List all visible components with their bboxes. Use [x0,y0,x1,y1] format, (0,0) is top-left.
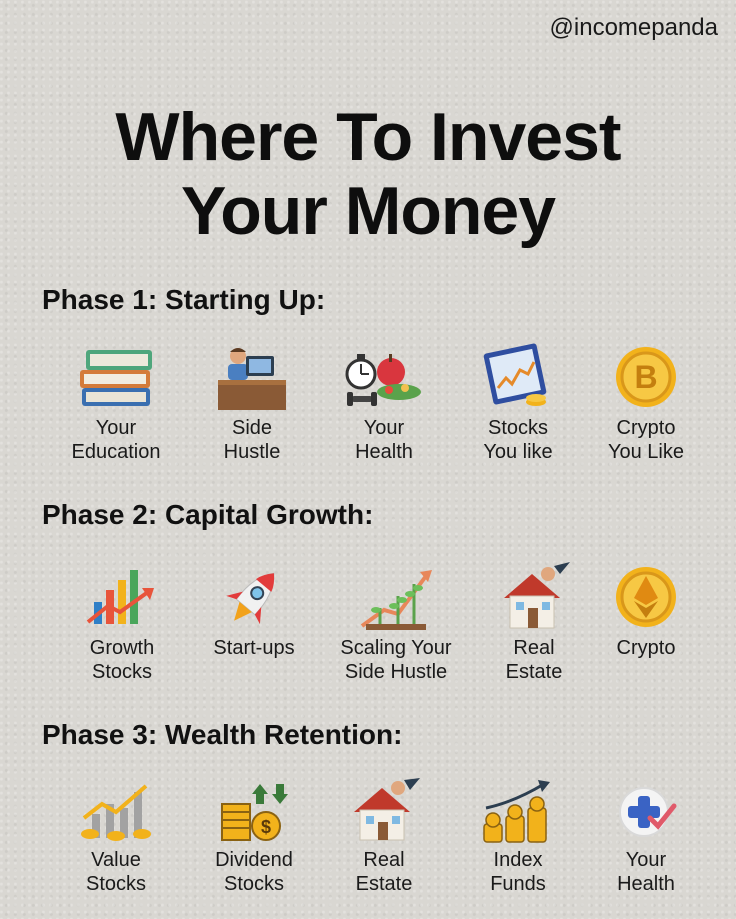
item-label: Dividend Stocks [215,849,293,895]
ethereum-icon [616,567,676,627]
item-label: Real Estate [355,849,413,895]
phase-1-heading: Phase 1: Starting Up: [42,284,326,315]
phase-1-row: Your Education Side Hustle Your Health S… [0,342,736,482]
item-label: Value Stocks [85,849,147,895]
svg-text:$: $ [261,817,271,837]
growing-plant-icon [360,570,432,630]
item-index-funds: Index Funds [448,778,588,896]
stock-chart-icon [483,343,547,406]
item-real-estate-2: Real Estate [314,778,454,896]
rocket-icon [226,572,275,625]
bitcoin-icon: B [616,347,676,407]
coin-stacks-icon [483,780,550,843]
item-label: Crypto You Like [608,417,684,463]
books-icon [80,350,152,406]
phase-2-row: Growth Stocks Start-ups Scaling Your Sid… [0,562,736,702]
phase-3-heading: Phase 3: Wealth Retention: [42,719,403,750]
item-stocks-you-like: Stocks You like [448,342,588,464]
item-label: Your Health [355,417,413,463]
health-food-icon [345,354,421,406]
item-label: Stocks You like [483,417,553,463]
item-label: Your Health [617,849,675,895]
item-label: Your Education [71,417,161,463]
item-label: Side Hustle [223,417,281,463]
item-label: Index Funds [490,849,546,895]
house-icon [504,562,570,629]
item-label: Growth Stocks [89,637,155,683]
item-dividend-stocks: $ Dividend Stocks [184,778,324,896]
item-crypto: Crypto [576,562,716,660]
item-your-health-2: Your Health [576,778,716,896]
item-your-health: Your Health [314,342,454,464]
item-your-education: Your Education [46,342,186,464]
svg-text:B: B [634,359,657,395]
item-side-hustle: Side Hustle [182,342,322,464]
laptop-desk-icon [218,348,286,410]
item-scaling-side-hustle: Scaling Your Side Hustle [326,562,466,684]
phase-3-row: Value Stocks $ Dividend Stocks Real Esta… [0,778,736,918]
item-start-ups: Start-ups [184,562,324,660]
item-label: Crypto [616,637,676,659]
item-value-stocks: Value Stocks [46,778,186,896]
phase-2-heading: Phase 2: Capital Growth: [42,499,374,530]
medical-cross-icon [619,787,677,837]
handle: @incomepanda [549,14,718,41]
item-label: Start-ups [213,637,295,659]
coin-chart-icon [81,784,151,841]
house-icon [354,778,420,841]
dividend-icon: $ [221,784,288,841]
growth-chart-icon [86,570,154,624]
page-title: Where To Invest Your Money [115,99,621,249]
item-growth-stocks: Growth Stocks [52,562,192,684]
item-label: Scaling Your Side Hustle [340,637,452,683]
item-crypto-you-like: B Crypto You Like [576,342,716,464]
